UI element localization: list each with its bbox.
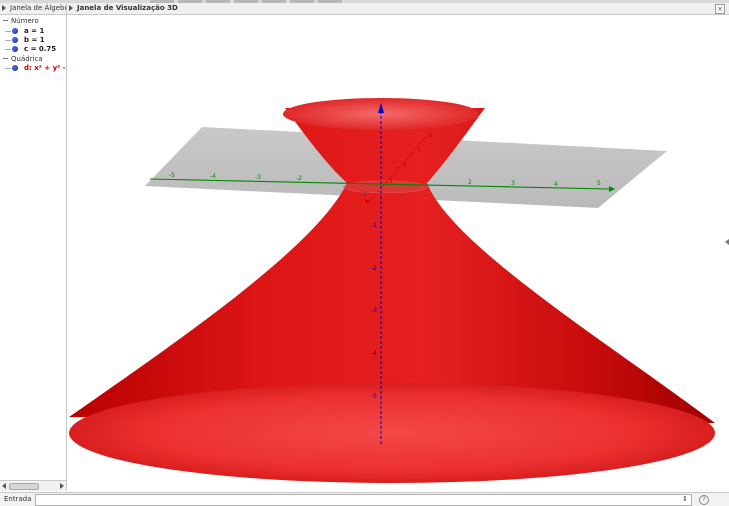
scroll-left-icon[interactable] [2, 483, 6, 489]
algebra-titlebar[interactable]: Janela de Álgebra [0, 3, 66, 15]
graphics-3d-titlebar[interactable]: Janela de Visualização 3D × [67, 3, 729, 15]
scroll-right-icon[interactable] [60, 483, 64, 489]
y-tick-label: 1 [389, 178, 393, 185]
input-history-icon[interactable]: ⇕ [682, 495, 688, 503]
tree-item-c[interactable]: c = 0.75 [0, 45, 66, 54]
object-value: d: x² + y² - 1. [24, 64, 66, 72]
x-tick-label: 2 [468, 179, 472, 186]
input-field[interactable] [35, 494, 692, 506]
tree-branch [5, 40, 11, 41]
graphics-3d-view: Janela de Visualização 3D × -5 -4 -3 -2 … [67, 3, 729, 491]
horizontal-scrollbar[interactable] [0, 480, 66, 491]
input-bar: Entrada ⇕ ? [0, 492, 729, 506]
y-tick-label: 4 [429, 133, 433, 140]
close-icon[interactable]: × [715, 4, 725, 14]
group-label: Número [11, 17, 39, 25]
visibility-dot-icon[interactable] [12, 28, 18, 34]
x-tick-label: -3 [255, 174, 261, 181]
tree-item-b[interactable]: b = 1 [0, 36, 66, 45]
z-tick-label: -2 [371, 265, 377, 272]
graphics-3d-title: Janela de Visualização 3D [77, 4, 178, 12]
algebra-title: Janela de Álgebra [10, 4, 67, 12]
collapse-arrow-icon[interactable] [2, 5, 6, 11]
collapse-minus-icon[interactable] [3, 20, 8, 21]
tree-branch [5, 31, 11, 32]
surface-base-ellipse [69, 383, 715, 483]
tree-item-d[interactable]: d: x² + y² - 1. [0, 64, 66, 73]
object-value: c = 0.75 [24, 45, 57, 53]
collapse-minus-icon[interactable] [3, 58, 8, 59]
x-tick-label: -2 [296, 175, 302, 182]
3d-canvas[interactable]: -5 -4 -3 -2 2 3 4 5 1 2 3 4 0 -1 -2 -3 -… [67, 15, 729, 491]
z-tick-label: -5 [371, 393, 377, 400]
visibility-dot-icon[interactable] [12, 65, 18, 71]
x-tick-label: 5 [597, 180, 601, 187]
x-tick-label: -5 [169, 172, 175, 179]
help-icon[interactable]: ? [699, 495, 709, 505]
algebra-view: Janela de Álgebra Número a = 1 b = 1 c =… [0, 3, 67, 491]
y-tick-label: 2 [403, 162, 407, 169]
object-value: b = 1 [24, 36, 45, 44]
panel-expand-icon[interactable] [725, 239, 729, 245]
scroll-thumb[interactable] [9, 483, 39, 490]
z-tick-label: -3 [371, 307, 377, 314]
tree-item-a[interactable]: a = 1 [0, 27, 66, 36]
origin-label: 0 [363, 191, 367, 198]
x-tick-label: 3 [511, 180, 515, 187]
z-tick-label: -4 [371, 350, 377, 357]
visibility-dot-icon[interactable] [12, 37, 18, 43]
z-tick-label: -1 [371, 222, 377, 229]
surface-throat-ellipse [342, 180, 428, 194]
x-tick-label: -4 [210, 173, 216, 180]
tree-branch [5, 49, 11, 50]
input-label: Entrada [4, 495, 32, 503]
collapse-arrow-icon[interactable] [69, 5, 73, 11]
group-label: Quádrica [11, 55, 43, 63]
visibility-dot-icon[interactable] [12, 46, 18, 52]
y-tick-label: 3 [417, 147, 421, 154]
object-value: a = 1 [24, 27, 45, 35]
tree-branch [5, 68, 11, 69]
x-tick-label: 4 [554, 181, 558, 188]
